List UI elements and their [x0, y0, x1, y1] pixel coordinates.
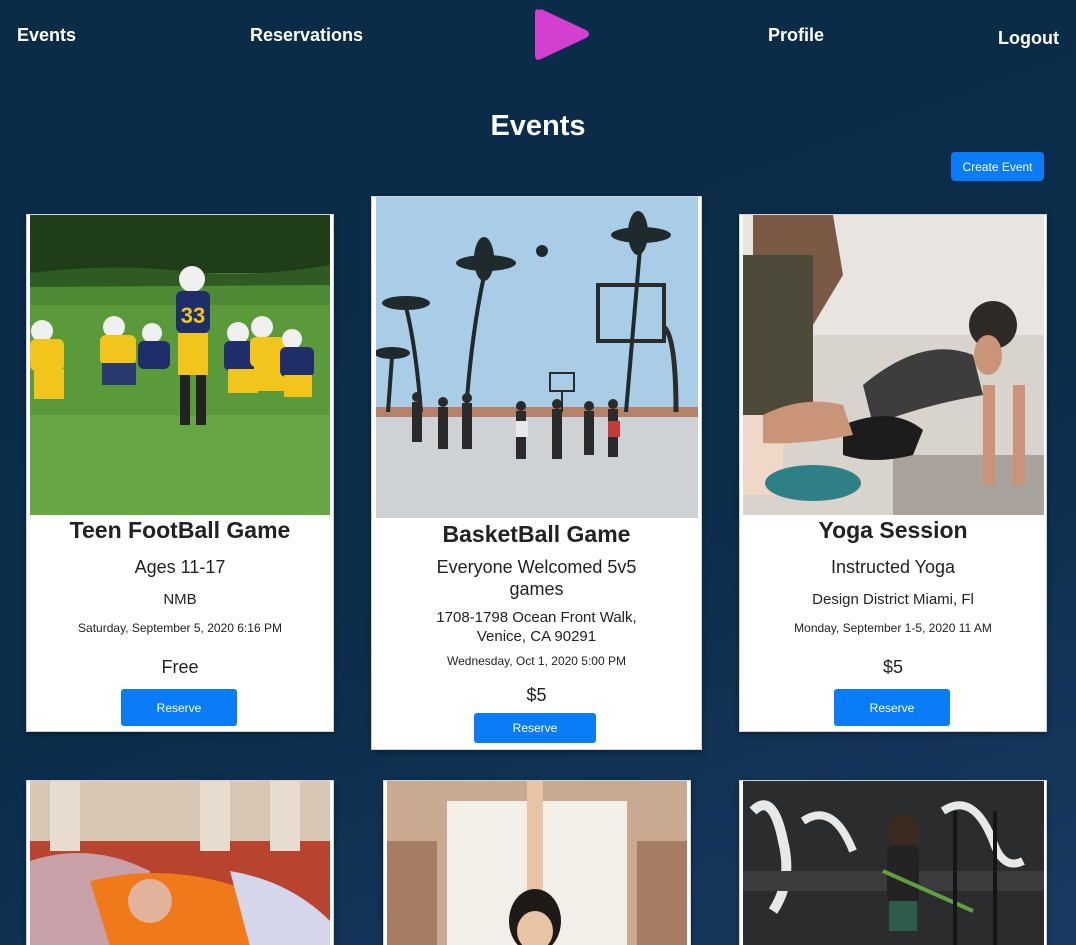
- event-card: [383, 780, 691, 945]
- play-triangle-icon[interactable]: [531, 4, 593, 64]
- beach-basketball-photo: [376, 197, 698, 518]
- event-price: Free: [161, 657, 199, 677]
- page-title: Events: [490, 110, 586, 142]
- event-title: BasketBall Game: [442, 521, 631, 547]
- event-price: $5: [526, 685, 547, 705]
- event-location: 1708-1798 Ocean Front Walk, Venice, CA 9…: [436, 609, 637, 645]
- reserve-button[interactable]: Reserve: [834, 689, 950, 726]
- event-title: Yoga Session: [818, 517, 968, 543]
- event-title: Teen FootBall Game: [69, 517, 291, 543]
- create-event-button[interactable]: Create Event: [951, 152, 1044, 181]
- reserve-button[interactable]: Reserve: [474, 713, 596, 743]
- nav-profile-link[interactable]: Profile: [768, 25, 824, 46]
- event-card: BasketBall Game Everyone Welcomed 5v5 ga…: [371, 196, 702, 750]
- event-location: NMB: [163, 591, 197, 608]
- event-location: Design District Miami, Fl: [812, 591, 974, 608]
- event-card: [739, 780, 1047, 945]
- event-card: [26, 780, 334, 945]
- gym-rebuild-photo: [743, 781, 1044, 945]
- event-subtitle: Ages 11-17: [134, 557, 226, 577]
- event-date: Wednesday, Oct 1, 2020 5:00 PM: [447, 654, 626, 668]
- nav-reservations-link[interactable]: Reservations: [250, 25, 363, 46]
- nav-events-link[interactable]: Events: [17, 25, 76, 46]
- woman-stretch-photo: [387, 781, 687, 945]
- youth-football-photo: 33: [30, 215, 330, 515]
- event-price: $5: [882, 657, 904, 677]
- event-subtitle: Instructed Yoga: [830, 557, 956, 577]
- event-subtitle: Everyone Welcomed 5v5 games: [436, 557, 637, 599]
- reserve-button[interactable]: Reserve: [121, 689, 237, 726]
- event-date: Saturday, September 5, 2020 6:16 PM: [78, 621, 282, 635]
- yoga-instruction-photo: [743, 215, 1044, 515]
- svg-text:33: 33: [181, 303, 205, 328]
- nav-logout-link[interactable]: Logout: [998, 28, 1059, 49]
- event-date: Monday, September 1-5, 2020 11 AM: [794, 621, 992, 635]
- event-card: Yoga Session Instructed Yoga Design Dist…: [739, 214, 1047, 732]
- event-card: 33 Teen FootBall Game Ages 11-17 NMB Sat…: [26, 214, 334, 732]
- group-stretch-photo: [30, 781, 330, 945]
